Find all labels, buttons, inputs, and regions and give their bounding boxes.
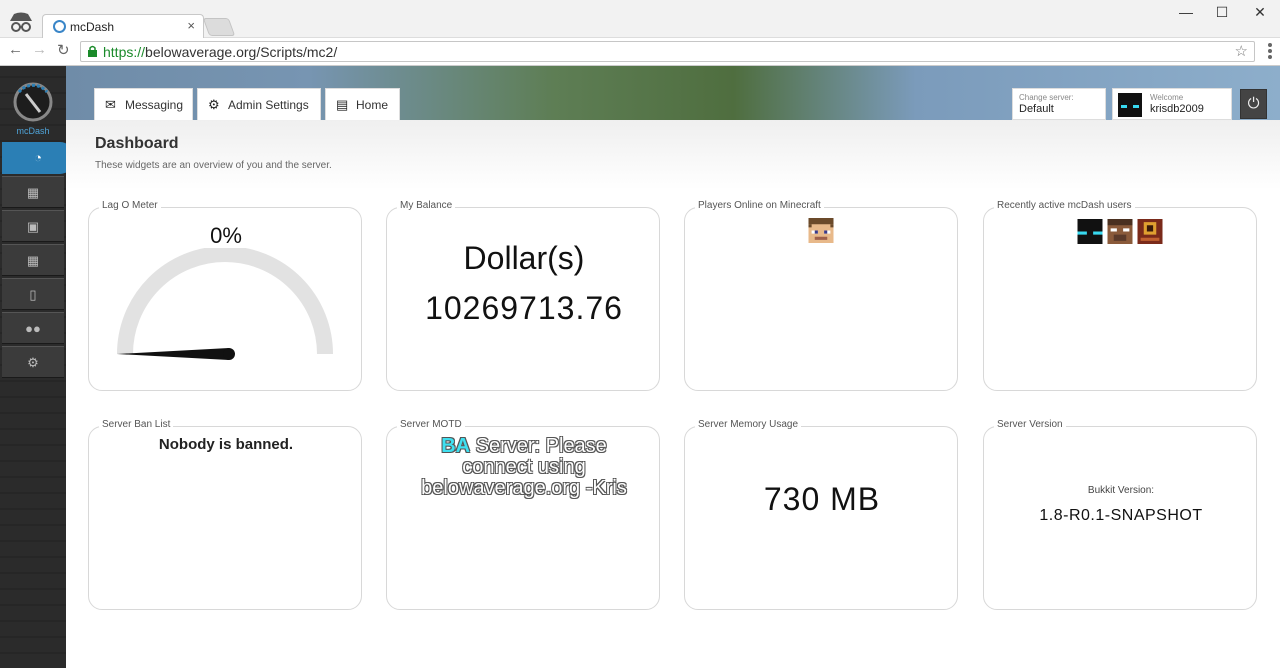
widget-label: Server MOTD [397, 419, 465, 430]
tab-label: Messaging [125, 97, 184, 112]
minimize-button[interactable]: — [1176, 4, 1196, 20]
sidebar-item-chat[interactable]: ▯ [2, 278, 64, 310]
calculator-icon: ▣ [26, 219, 40, 234]
page-subtitle: These widgets are an overview of you and… [95, 160, 332, 171]
widgets-icon: ▦ [26, 253, 40, 268]
widget-memory-usage: 730 MB [684, 426, 958, 610]
settings-icon: ⚙ [27, 355, 39, 370]
lock-icon [88, 45, 97, 57]
gauge-needle [117, 348, 233, 360]
envelope-icon: ✉ [105, 96, 116, 112]
url-text: https://belowaverage.org/Scripts/mc2/ [103, 44, 338, 60]
maximize-button[interactable]: ☐ [1212, 4, 1232, 21]
forward-arrow-icon[interactable]: → [32, 41, 47, 58]
sidebar-item-settings[interactable]: ⚙ [2, 346, 64, 378]
page-title: Dashboard [95, 135, 179, 152]
mcdash-logo: mcDash [13, 82, 53, 136]
player-head-avatar[interactable] [808, 218, 834, 243]
tab-title: mcDash [70, 20, 115, 34]
widget-label: My Balance [397, 200, 456, 211]
widget-balance: Dollar(s) 10269713.76 [386, 207, 660, 391]
ban-list-text: Nobody is banned. [158, 436, 294, 453]
widget-label: Server Version [994, 419, 1066, 430]
back-arrow-icon[interactable]: ← [8, 41, 23, 58]
sidebar-item-dashboard[interactable]: ◔ [2, 142, 74, 174]
widget-label: Recently active mcDash users [994, 200, 1135, 211]
server-select-label: Change server: [1019, 93, 1074, 102]
lag-percent: 0% [210, 223, 242, 248]
tab-label: Admin Settings [228, 97, 309, 112]
welcome-label: Welcome [1150, 93, 1184, 102]
balance-amount: 10269713.76 [425, 290, 623, 326]
username: krisdb2009 [1150, 103, 1204, 115]
tab-messaging[interactable]: ✉ Messaging [94, 88, 193, 120]
tab-close-icon[interactable]: × [187, 18, 195, 33]
incognito-icon [10, 12, 32, 32]
reload-icon[interactable]: ↻ [57, 41, 70, 59]
user-head-avatar[interactable] [1077, 219, 1103, 244]
dashboard-icon: ◔ [34, 150, 42, 165]
sidebar-item-calculator[interactable]: ▣ [2, 210, 64, 242]
tab-label: Home [356, 97, 389, 112]
user-head-avatar[interactable] [1137, 219, 1163, 244]
memory-value: 730 MB [763, 481, 881, 517]
version-caption: Bukkit Version: [1087, 485, 1155, 496]
gear-icon: ⚙ [208, 96, 220, 112]
mcdash-favicon-icon [53, 20, 66, 33]
tab-admin-settings[interactable]: ⚙ Admin Settings [197, 88, 321, 120]
close-window-button[interactable]: ✕ [1250, 4, 1270, 21]
user-head-avatar[interactable] [1107, 219, 1133, 244]
version-value: 1.8-R0.1-SNAPSHOT [1039, 507, 1203, 524]
avatar [1118, 93, 1142, 117]
lag-gauge [117, 248, 333, 360]
power-icon: ⏻ [1247, 95, 1260, 112]
widget-ban-list: Nobody is banned. [88, 426, 362, 610]
svg-text:mcDash: mcDash [16, 126, 49, 136]
browser-tabbar: mcDash × — ☐ ✕ [0, 0, 1280, 38]
widget-label: Lag O Meter [99, 200, 161, 211]
sidebar-item-images[interactable]: ▦ [2, 176, 64, 208]
users-icon: ●● [25, 321, 41, 336]
widget-label: Players Online on Minecraft [695, 200, 824, 211]
widget-label: Server Memory Usage [695, 419, 802, 430]
sidebar-item-users[interactable]: ●● [2, 312, 64, 344]
motd-text: BA Server: Please connect using belowave… [421, 435, 627, 499]
document-icon: ▤ [336, 96, 349, 112]
widget-lag-meter: 0% [88, 207, 362, 391]
bookmark-star-icon[interactable]: ☆ [1235, 42, 1248, 60]
browser-menu-icon[interactable] [1268, 43, 1272, 59]
server-select[interactable]: Change server: Default [1012, 88, 1106, 120]
balance-currency: Dollar(s) [463, 240, 585, 276]
browser-tab[interactable]: mcDash × [42, 14, 204, 38]
tab-home[interactable]: ▤ Home [325, 88, 400, 120]
widget-players-online [684, 207, 958, 391]
image-icon: ▦ [26, 185, 40, 200]
widget-recent-users [983, 207, 1257, 391]
sidebar-item-widgets[interactable]: ▦ [2, 244, 64, 276]
widget-server-version: Bukkit Version: 1.8-R0.1-SNAPSHOT [983, 426, 1257, 610]
new-tab-button[interactable] [202, 18, 236, 36]
widget-label: Server Ban List [99, 419, 174, 430]
server-select-value: Default [1019, 103, 1054, 115]
browser-toolbar: ← → ↻ https://belowaverage.org/Scripts/m… [0, 38, 1280, 66]
user-welcome[interactable]: Welcome krisdb2009 [1112, 88, 1232, 120]
logout-button[interactable]: ⏻ [1240, 89, 1267, 119]
widget-motd: BA Server: Please connect using belowave… [386, 426, 660, 610]
address-bar[interactable]: https://belowaverage.org/Scripts/mc2/ ☆ [80, 41, 1255, 62]
chat-icon: ▯ [29, 287, 37, 302]
